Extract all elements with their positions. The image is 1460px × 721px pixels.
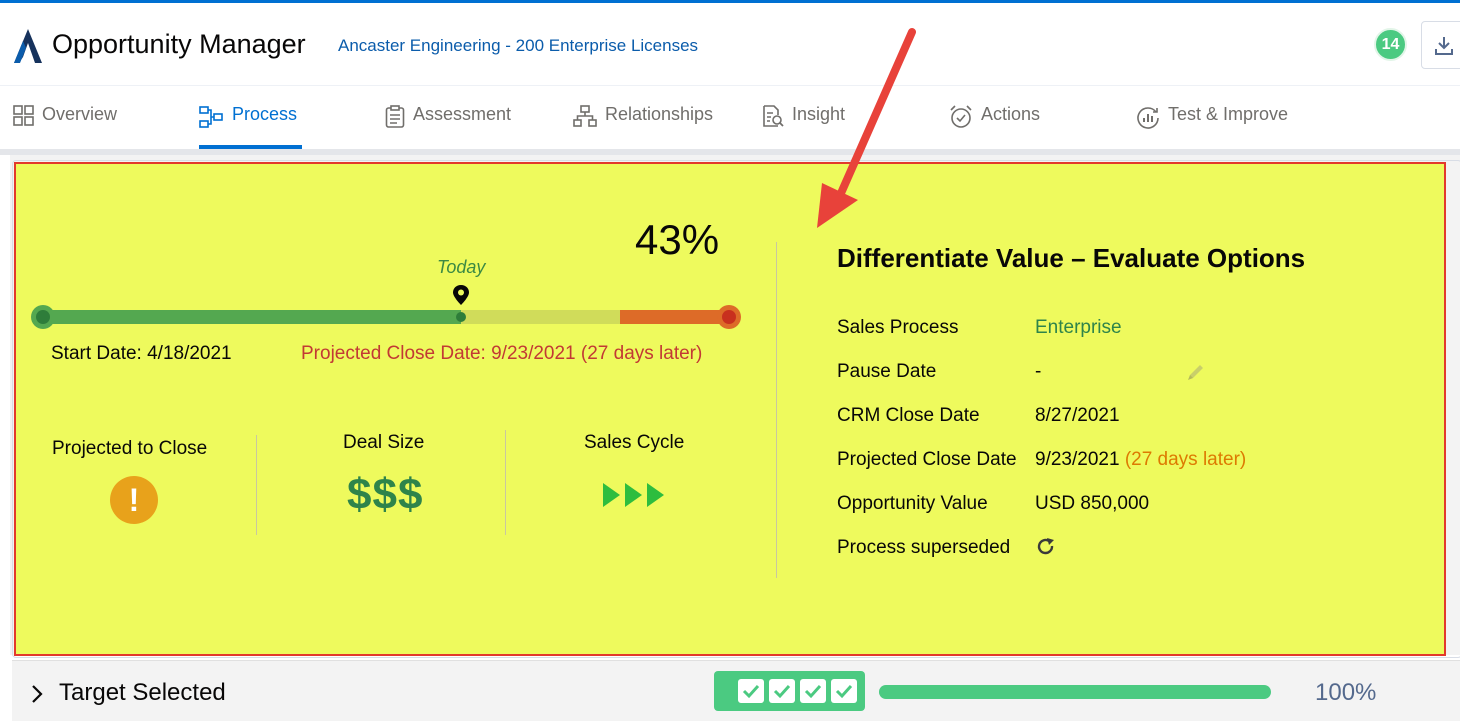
crm-close-date-label: CRM Close Date (837, 405, 980, 426)
process-superseded-label: Process superseded (837, 537, 1011, 558)
projected-close-date: Projected Close Date: 9/23/2021 (27 days… (301, 343, 703, 364)
sales-cycle-label: Sales Cycle (584, 432, 685, 453)
metric-divider (256, 435, 257, 535)
chart-cycle-icon (1137, 107, 1159, 129)
start-date: Start Date: 4/18/2021 (51, 343, 232, 364)
opportunity-value: USD 850,000 (1035, 493, 1150, 514)
highlighted-summary-card (14, 162, 1446, 656)
check-icon (738, 679, 764, 703)
chevron-right-icon[interactable] (30, 684, 44, 704)
timeline-today-dot (456, 312, 466, 322)
tab-label: Assessment (413, 104, 512, 124)
sales-process-label: Sales Process (837, 317, 959, 338)
progress-percent: 43% (635, 216, 720, 263)
pause-date-label: Pause Date (837, 361, 937, 382)
process-icon (199, 106, 223, 128)
fast-forward-icon (603, 483, 664, 507)
timeline-elapsed-segment (42, 310, 461, 324)
opportunity-value-label: Opportunity Value (837, 493, 988, 514)
annotation-arrow (817, 28, 916, 228)
tab-label: Relationships (605, 104, 714, 124)
check-icon (831, 679, 857, 703)
tab-actions[interactable]: Actions (949, 104, 1040, 148)
hierarchy-icon (573, 105, 597, 127)
deal-size-label: Deal Size (343, 432, 425, 453)
projected-to-close-label: Projected to Close (52, 438, 208, 459)
target-selected-label: Target Selected (59, 679, 226, 706)
sales-process-value[interactable]: Enterprise (1035, 317, 1122, 339)
tab-label: Test & Improve (1168, 104, 1289, 124)
app-header: Opportunity Manager Ancaster Engineering… (0, 3, 1460, 85)
opportunity-timeline (31, 305, 741, 329)
crm-close-date-value: 8/27/2021 (1035, 405, 1120, 426)
tab-relationships[interactable]: Relationships (573, 104, 713, 148)
app-logo-icon (14, 29, 42, 63)
target-progress-bar (879, 685, 1271, 699)
clipboard-icon (385, 105, 405, 128)
notification-badge[interactable]: 14 (1374, 28, 1407, 61)
opportunity-link[interactable]: Ancaster Engineering - 200 Enterprise Li… (338, 36, 698, 56)
refresh-icon[interactable] (1036, 537, 1056, 557)
download-icon (1435, 37, 1453, 55)
check-icon (769, 679, 795, 703)
warning-icon: ! (110, 476, 158, 524)
projected-close-date-value: 9/23/2021 (27 days later) (1035, 449, 1246, 471)
check-icon (800, 679, 826, 703)
projected-close-date-label: Projected Close Date (837, 449, 1017, 470)
tab-process[interactable]: Process (199, 104, 297, 148)
tab-bar: Overview Process Assessment Relationship… (0, 85, 1460, 149)
download-button[interactable] (1421, 21, 1460, 69)
tab-label: Process (232, 104, 298, 124)
tab-label: Actions (981, 104, 1041, 124)
completed-checks (714, 671, 865, 711)
insight-icon (763, 105, 784, 127)
tab-assessment[interactable]: Assessment (385, 104, 511, 148)
target-progress-percent: 100% (1315, 679, 1377, 706)
grid-icon (13, 105, 34, 126)
deal-size-value: $$$ (347, 470, 424, 519)
target-progress-fill (879, 685, 1271, 699)
projected-close-date-text: 9/23/2021 (1035, 449, 1120, 470)
card-divider (776, 242, 777, 578)
alarm-clock-icon (950, 105, 972, 128)
today-label: Today (437, 257, 486, 277)
stage-title: Differentiate Value – Evaluate Options (837, 243, 1306, 273)
edit-pencil-icon[interactable] (1186, 362, 1206, 382)
map-pin-icon (453, 285, 469, 305)
metric-divider (505, 430, 506, 535)
tab-test-improve[interactable]: Test & Improve (1136, 104, 1288, 148)
tab-label: Overview (42, 104, 118, 124)
pause-date-value: - (1035, 361, 1042, 382)
tab-overview[interactable]: Overview (13, 104, 117, 148)
days-later-note: (27 days later) (1124, 449, 1247, 470)
timeline-overdue-segment (620, 310, 730, 324)
app-title: Opportunity Manager (52, 29, 306, 59)
